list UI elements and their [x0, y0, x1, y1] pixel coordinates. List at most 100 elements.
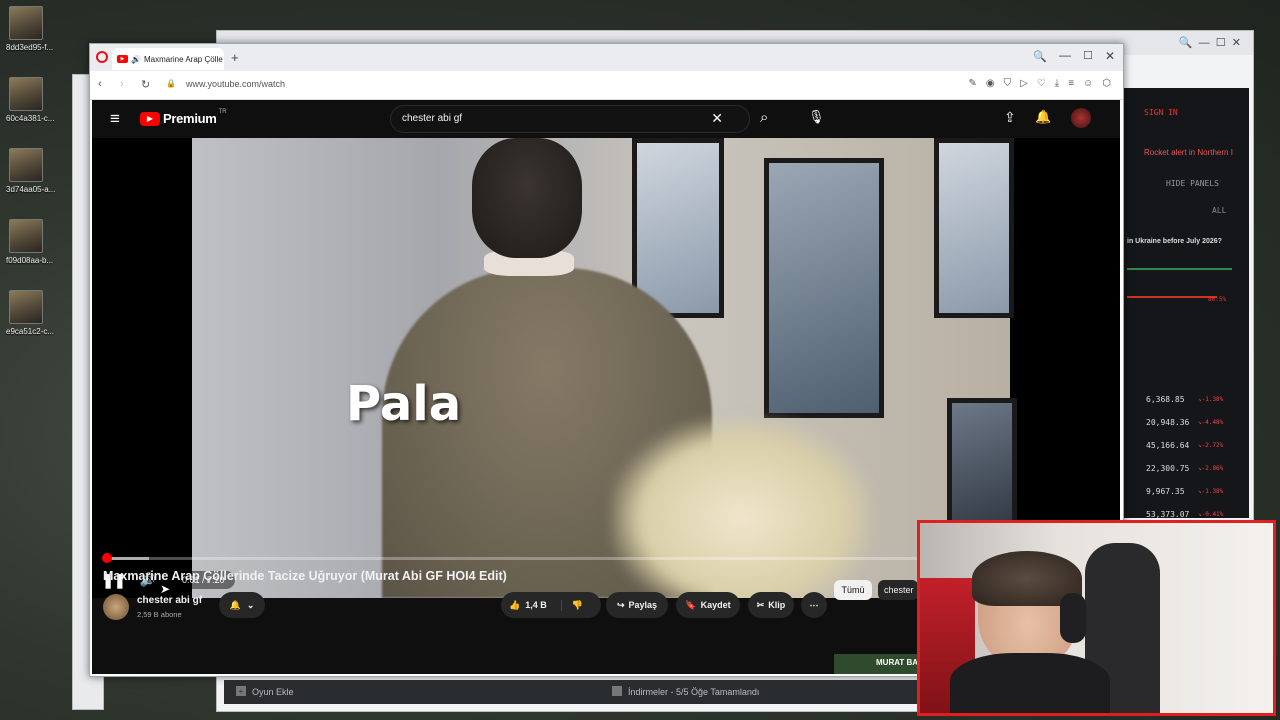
- channel-avatar[interactable]: [103, 594, 129, 620]
- camera-icon[interactable]: ◉: [986, 78, 995, 89]
- play-icon[interactable]: ▷: [1020, 78, 1028, 89]
- chevron-down-icon: ⌄: [246, 599, 255, 610]
- ticker-value: 45,166.64: [1146, 441, 1190, 450]
- menu-icon[interactable]: ≡: [1068, 78, 1074, 89]
- desktop-icon-label: 8dd3ed95-f...: [6, 43, 54, 52]
- like-count[interactable]: 1,4 B: [525, 600, 547, 610]
- more-actions-button[interactable]: ⋯: [801, 592, 827, 618]
- streamer-shirt: [950, 653, 1110, 713]
- wall-painting: [632, 138, 724, 318]
- search-tabs-icon[interactable]: 🔍: [1033, 50, 1047, 63]
- wall-painting: [764, 158, 884, 418]
- ticker-change: ↘-4.48%: [1198, 419, 1224, 426]
- person-head: [472, 138, 582, 258]
- ticker-change: ↘-2.86%: [1198, 465, 1224, 472]
- like-icon[interactable]: 👍: [509, 600, 520, 611]
- youtube-favicon-icon: ▶: [117, 55, 128, 63]
- downloads-icon: [612, 686, 622, 696]
- new-tab-icon[interactable]: +: [231, 50, 239, 65]
- market-question: in Ukraine before July 2026?: [1127, 238, 1222, 245]
- extensions-icon[interactable]: ⬡: [1102, 78, 1111, 89]
- browser-tab[interactable]: ▶ 🔊 Maxmarine Arap Çölle: [112, 48, 224, 70]
- lock-icon[interactable]: 🔒: [166, 79, 176, 88]
- subscriber-count: 2,59 B abone: [137, 610, 182, 619]
- ticker-change: ↘-1.38%: [1198, 488, 1224, 495]
- more-icon: ⋯: [809, 599, 819, 610]
- desktop-icon[interactable]: e9ca51c2-c...: [6, 290, 54, 336]
- edit-icon[interactable]: ✎: [968, 78, 976, 89]
- hide-panels-button[interactable]: HIDE PANELS: [1166, 179, 1219, 188]
- shield-icon[interactable]: ⛉: [1004, 78, 1012, 89]
- url-field[interactable]: www.youtube.com/watch: [186, 79, 285, 89]
- save-label: Kaydet: [700, 600, 731, 610]
- desktop-icon[interactable]: f09d08aa-b...: [6, 219, 54, 265]
- downloads-status[interactable]: İndirmeler - 5/5 Öğe Tamamlandı: [628, 687, 759, 697]
- address-bar: ‹ › ↻ 🔒 www.youtube.com/watch ✎ ◉ ⛉ ▷ ♡ …: [90, 71, 1123, 100]
- ticker-value: 6,368.85: [1146, 395, 1185, 404]
- youtube-logo[interactable]: ▶ Premium TR: [140, 108, 227, 126]
- bell-icon: 🔔: [229, 599, 241, 610]
- audio-playing-icon[interactable]: 🔊: [131, 55, 141, 64]
- opera-logo-icon[interactable]: [96, 51, 108, 63]
- upload-icon[interactable]: ⇪: [1004, 109, 1016, 126]
- ticker-change: ↘-2.72%: [1198, 442, 1224, 449]
- search-box[interactable]: chester abi gf ✕: [390, 105, 750, 133]
- add-game-button[interactable]: Oyun Ekle: [252, 687, 294, 697]
- download-icon[interactable]: ⤓: [1055, 78, 1059, 89]
- desktop-icon[interactable]: 3d74aa05-a...: [6, 148, 55, 194]
- subscribe-bell-button[interactable]: 🔔 ⌄: [219, 592, 265, 618]
- scissors-icon: ✂: [756, 599, 765, 610]
- logo-text: Premium: [163, 111, 217, 126]
- scrubber-handle[interactable]: [102, 553, 112, 563]
- microphone-icon[interactable]: 🎙: [808, 109, 825, 125]
- video-caption: Pala: [346, 376, 462, 432]
- maximize-icon[interactable]: ☐: [1083, 49, 1093, 62]
- chip-all[interactable]: Tümü: [834, 580, 872, 600]
- minimize-icon[interactable]: —: [1059, 48, 1071, 62]
- chip-channel[interactable]: chester: [878, 580, 918, 600]
- back-icon[interactable]: ‹: [98, 78, 102, 90]
- ticker-change: ↘-0.41%: [1198, 511, 1224, 518]
- sign-in-link[interactable]: SIGN IN: [1144, 108, 1178, 117]
- hamburger-menu-icon[interactable]: ≡: [110, 109, 120, 129]
- wall-painting: [947, 398, 1017, 538]
- headphones: [1060, 593, 1086, 643]
- desktop-icon[interactable]: 60c4a381-c...: [6, 77, 55, 123]
- save-button[interactable]: 🔖 Kaydet: [676, 592, 740, 618]
- wall-painting: [934, 138, 1014, 318]
- window-controls[interactable]: 🔍 — ☐ ✕: [1179, 36, 1241, 49]
- recommended-thumbnail[interactable]: MURAT BA: [834, 654, 920, 674]
- clear-search-icon[interactable]: ✕: [711, 110, 723, 127]
- like-dislike-group: 👍 1,4 B 👎: [501, 592, 601, 618]
- forward-icon[interactable]: ›: [120, 78, 124, 90]
- profile-icon[interactable]: ☺: [1083, 78, 1093, 89]
- dislike-icon[interactable]: 👎: [560, 599, 583, 611]
- share-button[interactable]: ↪ Paylaş: [606, 592, 668, 618]
- region-code: TR: [218, 108, 227, 115]
- heart-icon[interactable]: ♡: [1037, 78, 1046, 89]
- image-thumbnail: [9, 290, 43, 324]
- video-title: Maxmarine Arap Çöllerinde Tacize Uğruyor…: [103, 569, 507, 583]
- channel-name[interactable]: chester abi gf: [137, 595, 202, 606]
- search-icon[interactable]: ⌕: [760, 109, 768, 126]
- share-icon: ↪: [616, 599, 625, 610]
- search-input[interactable]: chester abi gf: [402, 113, 462, 124]
- clip-button[interactable]: ✂ Klip: [748, 592, 794, 618]
- desktop-icon-label: f09d08aa-b...: [6, 256, 54, 265]
- ticker-value: 20,948.36: [1146, 418, 1190, 427]
- alert-text: Rocket alert in Northern I: [1144, 148, 1233, 157]
- desktop-icon-label: 60c4a381-c...: [6, 114, 55, 123]
- desktop-icon[interactable]: 8dd3ed95-f...: [6, 6, 54, 52]
- blurred-object: [612, 418, 872, 598]
- share-label: Paylaş: [628, 600, 658, 610]
- bookmark-icon: 🔖: [685, 599, 697, 610]
- avatar[interactable]: [1071, 108, 1091, 128]
- reload-icon[interactable]: ↻: [141, 78, 150, 91]
- filter-all[interactable]: ALL: [1212, 206, 1226, 215]
- notifications-bell-icon[interactable]: 🔔: [1035, 109, 1051, 125]
- close-window-icon[interactable]: ✕: [1105, 49, 1115, 63]
- youtube-play-icon: ▶: [140, 111, 160, 126]
- ticker-value: 22,300.75: [1146, 464, 1190, 473]
- image-thumbnail: [9, 148, 43, 182]
- ticker-change: ↘-1.38%: [1198, 396, 1224, 403]
